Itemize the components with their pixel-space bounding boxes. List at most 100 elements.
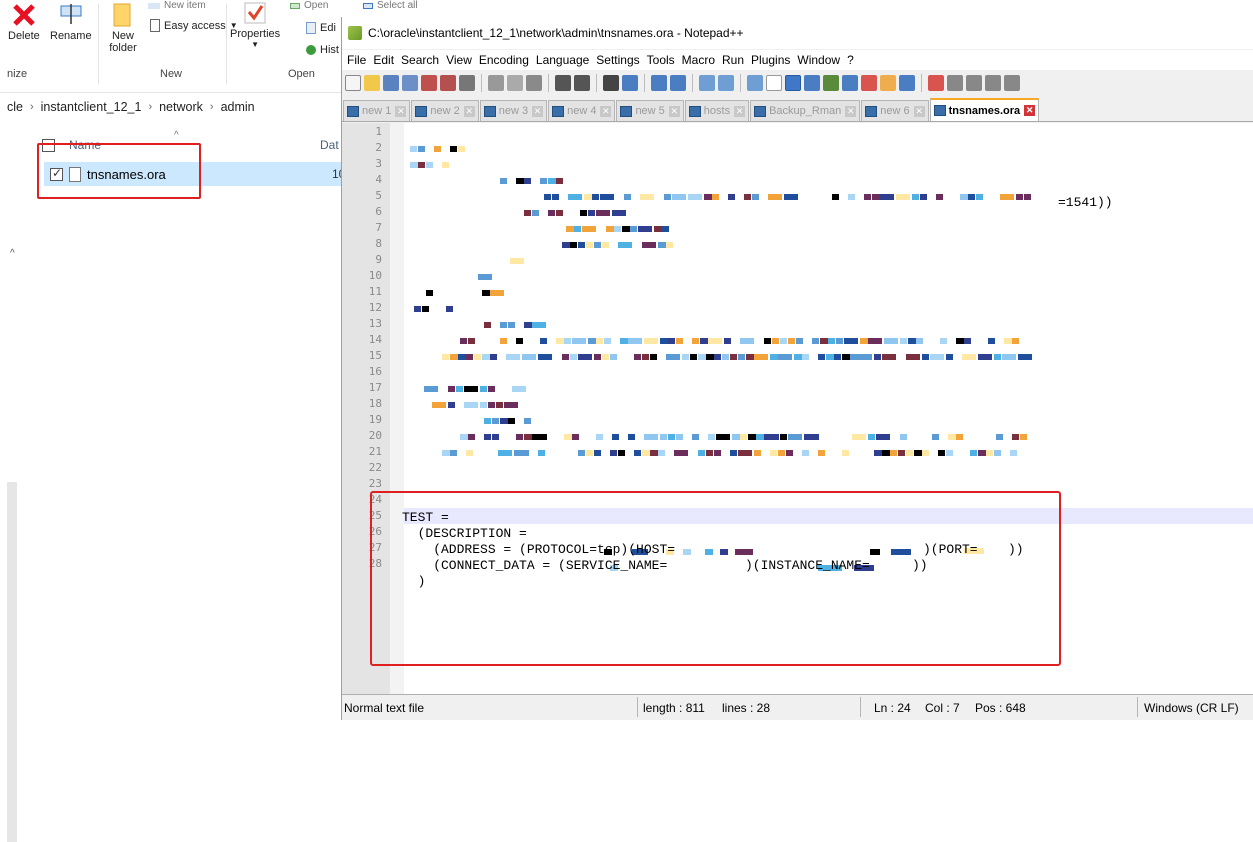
breadcrumb-item[interactable]: cle <box>7 100 23 114</box>
close-icon[interactable]: ✕ <box>395 105 407 117</box>
redacted-pixel <box>414 306 421 312</box>
line-number: 14 <box>368 333 382 346</box>
stop-macro-icon[interactable] <box>947 75 963 91</box>
word-wrap-icon[interactable] <box>747 75 763 91</box>
scroll-up-icon[interactable]: ^ <box>10 248 15 259</box>
cut-icon[interactable] <box>488 75 504 91</box>
new-file-icon[interactable] <box>345 75 361 91</box>
redacted-pixel <box>448 402 455 408</box>
redacted-pixel <box>812 338 819 344</box>
menu-settings[interactable]: Settings <box>596 53 639 67</box>
tab-tnsnames-ora[interactable]: tnsnames.ora ✕ <box>929 98 1040 121</box>
menu-help[interactable]: ? <box>847 53 854 67</box>
redacted-pixel <box>594 450 601 456</box>
close-all-icon[interactable] <box>440 75 456 91</box>
redacted-pixel <box>538 450 545 456</box>
navigation-scrollbar[interactable] <box>7 482 17 842</box>
redacted-pixel <box>864 194 871 200</box>
find-icon[interactable] <box>603 75 619 91</box>
edit-button[interactable]: Edi <box>306 22 336 34</box>
zoom-out-icon[interactable] <box>670 75 686 91</box>
line-number: 10 <box>368 269 382 282</box>
close-icon[interactable]: ✕ <box>463 105 475 117</box>
paste-icon[interactable] <box>526 75 542 91</box>
tab-new-5[interactable]: new 5 ✕ <box>616 100 684 121</box>
tab-new-2[interactable]: new 2 ✕ <box>411 100 479 121</box>
menu-view[interactable]: View <box>446 53 472 67</box>
breadcrumb-item[interactable]: admin <box>221 100 255 114</box>
menu-encoding[interactable]: Encoding <box>479 53 529 67</box>
close-icon[interactable]: ✕ <box>845 105 857 117</box>
function-list-icon[interactable] <box>823 75 839 91</box>
new-item-button[interactable]: New item <box>148 0 206 11</box>
close-file-icon[interactable] <box>421 75 437 91</box>
folder-workspace-icon[interactable] <box>842 75 858 91</box>
close-icon[interactable]: ✕ <box>913 105 925 117</box>
doc-switcher-icon[interactable] <box>861 75 877 91</box>
redacted-pixel <box>688 194 702 200</box>
close-icon[interactable]: ✕ <box>1024 105 1036 116</box>
monitoring-icon[interactable] <box>880 75 896 91</box>
tab-new-4[interactable]: new 4 ✕ <box>548 100 616 121</box>
navigation-pane: ^ <box>0 122 32 842</box>
breadcrumb-item[interactable]: network <box>159 100 203 114</box>
save-macro-icon[interactable] <box>1004 75 1020 91</box>
redacted-pixel <box>612 434 619 440</box>
close-icon[interactable]: ✕ <box>532 105 544 117</box>
redo-icon[interactable] <box>574 75 590 91</box>
date-column-header[interactable]: Dat <box>320 138 339 152</box>
tab-new-1[interactable]: new 1 ✕ <box>343 100 411 121</box>
delete-button[interactable]: Delete <box>8 2 40 42</box>
close-icon[interactable]: ✕ <box>668 105 680 117</box>
tab-backup-rman[interactable]: Backup_Rman ✕ <box>750 100 861 121</box>
eye-icon[interactable] <box>899 75 915 91</box>
tab-new-6[interactable]: new 6 ✕ <box>861 100 929 121</box>
redacted-pixel <box>716 434 730 440</box>
history-button[interactable]: Hist <box>306 44 339 56</box>
menu-language[interactable]: Language <box>536 53 589 67</box>
print-icon[interactable] <box>459 75 475 91</box>
rename-icon <box>60 4 82 24</box>
menu-search[interactable]: Search <box>401 53 439 67</box>
sync-horizontal-icon[interactable] <box>718 75 734 91</box>
zoom-in-icon[interactable] <box>651 75 667 91</box>
close-icon[interactable]: ✕ <box>600 105 612 117</box>
save-all-icon[interactable] <box>402 75 418 91</box>
select-all-button[interactable]: Select all <box>363 0 418 11</box>
properties-button[interactable]: Properties ▼ <box>230 0 280 49</box>
copy-icon[interactable] <box>507 75 523 91</box>
indent-guide-icon[interactable] <box>785 75 801 91</box>
show-all-characters-icon[interactable] <box>766 75 782 91</box>
tab-new-3[interactable]: new 3 ✕ <box>479 100 548 121</box>
breadcrumb-item[interactable]: instantclient_12_1 <box>41 100 142 114</box>
close-icon[interactable]: ✕ <box>734 105 746 117</box>
title-bar[interactable]: C:\oracle\instantclient_12_1\network\adm… <box>342 17 1253 49</box>
menu-window[interactable]: Window <box>797 53 840 67</box>
redacted-pixel <box>668 338 675 344</box>
menu-macro[interactable]: Macro <box>682 53 715 67</box>
menu-edit[interactable]: Edit <box>373 53 394 67</box>
easy-access-button[interactable]: Easy access ▼ <box>150 19 238 32</box>
document-map-icon[interactable] <box>804 75 820 91</box>
play-macro-icon[interactable] <box>966 75 982 91</box>
toolbar-divider <box>481 74 482 92</box>
redacted-pixel <box>582 226 596 232</box>
new-folder-button[interactable]: New folder <box>108 2 138 54</box>
menu-tools[interactable]: Tools <box>647 53 675 67</box>
line-number: 15 <box>368 349 382 362</box>
tab-hosts[interactable]: hosts ✕ <box>684 100 750 121</box>
file-icon <box>347 105 359 117</box>
rename-button[interactable]: Rename <box>50 2 92 42</box>
sync-vertical-icon[interactable] <box>699 75 715 91</box>
open-file-icon[interactable] <box>364 75 380 91</box>
menu-run[interactable]: Run <box>722 53 744 67</box>
menu-file[interactable]: File <box>347 53 366 67</box>
run-macro-multiple-icon[interactable] <box>985 75 1001 91</box>
undo-icon[interactable] <box>555 75 571 91</box>
open-button[interactable]: Open <box>290 0 328 11</box>
replace-icon[interactable] <box>622 75 638 91</box>
menu-plugins[interactable]: Plugins <box>751 53 790 67</box>
record-macro-icon[interactable] <box>928 75 944 91</box>
redacted-pixel <box>570 354 577 360</box>
save-icon[interactable] <box>383 75 399 91</box>
